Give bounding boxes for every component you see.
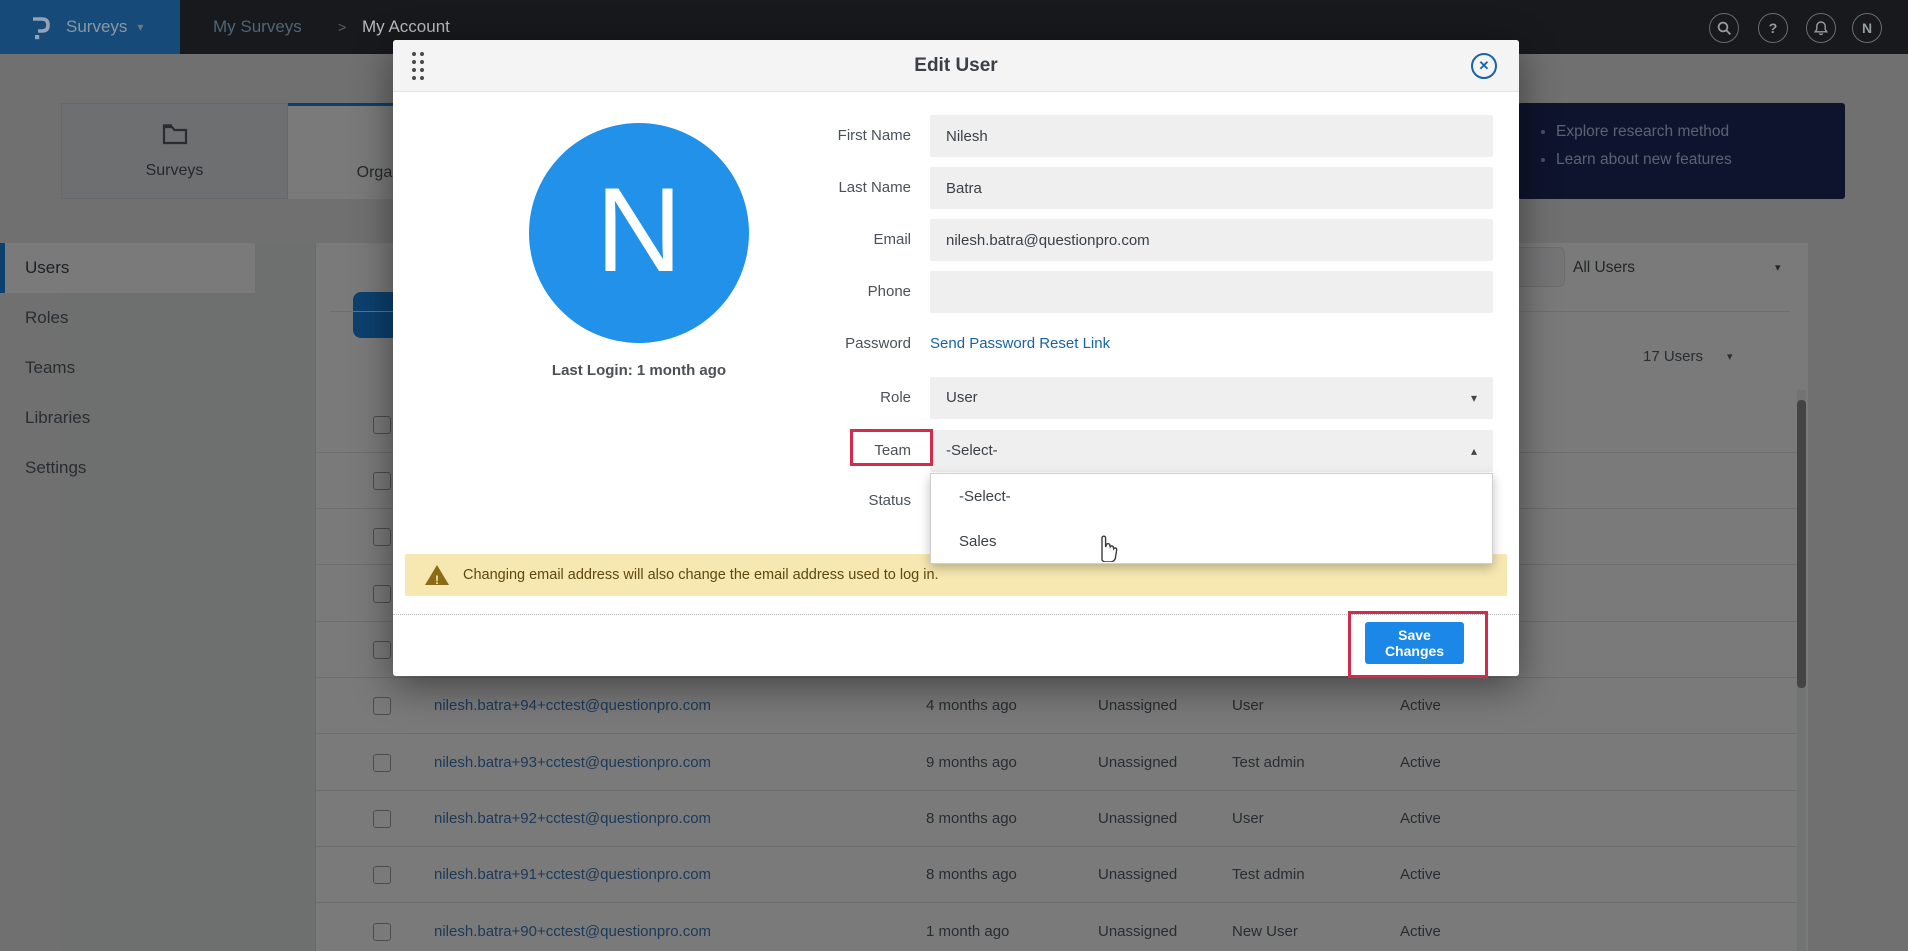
status-label: Status bbox=[711, 480, 911, 522]
chevron-down-icon: ▾ bbox=[137, 20, 143, 34]
email-label: Email bbox=[711, 219, 911, 261]
help-glyph: ? bbox=[1769, 14, 1778, 42]
breadcrumb-separator: > bbox=[338, 0, 346, 54]
role-select[interactable]: User ▾ bbox=[930, 377, 1493, 419]
team-option-select[interactable]: -Select- bbox=[931, 474, 1492, 519]
phone-label: Phone bbox=[711, 271, 911, 313]
team-value: -Select- bbox=[946, 442, 998, 459]
user-avatar-menu[interactable]: N bbox=[1852, 13, 1882, 43]
avatar-initial: N bbox=[1862, 14, 1872, 42]
avatar-initial: N bbox=[596, 163, 683, 297]
team-option-sales[interactable]: Sales bbox=[931, 519, 1492, 564]
last-name-field[interactable] bbox=[930, 167, 1493, 209]
annotation-box-save bbox=[1348, 611, 1488, 678]
chevron-down-icon: ▾ bbox=[1471, 377, 1477, 419]
modal-title: Edit User bbox=[393, 40, 1519, 92]
chevron-up-icon: ▴ bbox=[1471, 430, 1477, 472]
warning-text: Changing email address will also change … bbox=[463, 554, 939, 596]
team-dropdown-menu: -Select- Sales bbox=[930, 473, 1493, 564]
email-field[interactable] bbox=[930, 219, 1493, 261]
warning-glyph: ! bbox=[435, 573, 439, 587]
team-select[interactable]: -Select- ▴ bbox=[930, 430, 1493, 472]
screen: Surveys ▾ My Surveys > My Account ? N Su… bbox=[0, 0, 1908, 951]
edit-user-modal: Edit User ✕ N Last Login: 1 month ago Fi… bbox=[393, 40, 1519, 676]
close-icon[interactable]: ✕ bbox=[1471, 53, 1497, 79]
questionpro-logo-icon bbox=[28, 12, 52, 42]
product-switcher[interactable]: Surveys ▾ bbox=[0, 0, 180, 54]
first-name-label: First Name bbox=[711, 115, 911, 157]
breadcrumb-parent[interactable]: My Surveys bbox=[213, 0, 302, 54]
role-value: User bbox=[946, 389, 978, 406]
modal-header: Edit User ✕ bbox=[393, 40, 1519, 92]
phone-field[interactable] bbox=[930, 271, 1493, 313]
password-label: Password bbox=[711, 323, 911, 365]
product-label: Surveys bbox=[66, 17, 127, 37]
annotation-box-team bbox=[850, 429, 933, 466]
first-name-field[interactable] bbox=[930, 115, 1493, 157]
help-icon[interactable]: ? bbox=[1758, 13, 1788, 43]
warning-icon: ! bbox=[425, 565, 449, 585]
notifications-bell-icon[interactable] bbox=[1806, 13, 1836, 43]
close-glyph: ✕ bbox=[1479, 58, 1490, 74]
last-name-label: Last Name bbox=[711, 167, 911, 209]
role-label: Role bbox=[711, 377, 911, 419]
search-icon[interactable] bbox=[1709, 13, 1739, 43]
mouse-cursor-icon bbox=[1094, 532, 1118, 567]
password-reset-link[interactable]: Send Password Reset Link bbox=[930, 323, 1110, 365]
